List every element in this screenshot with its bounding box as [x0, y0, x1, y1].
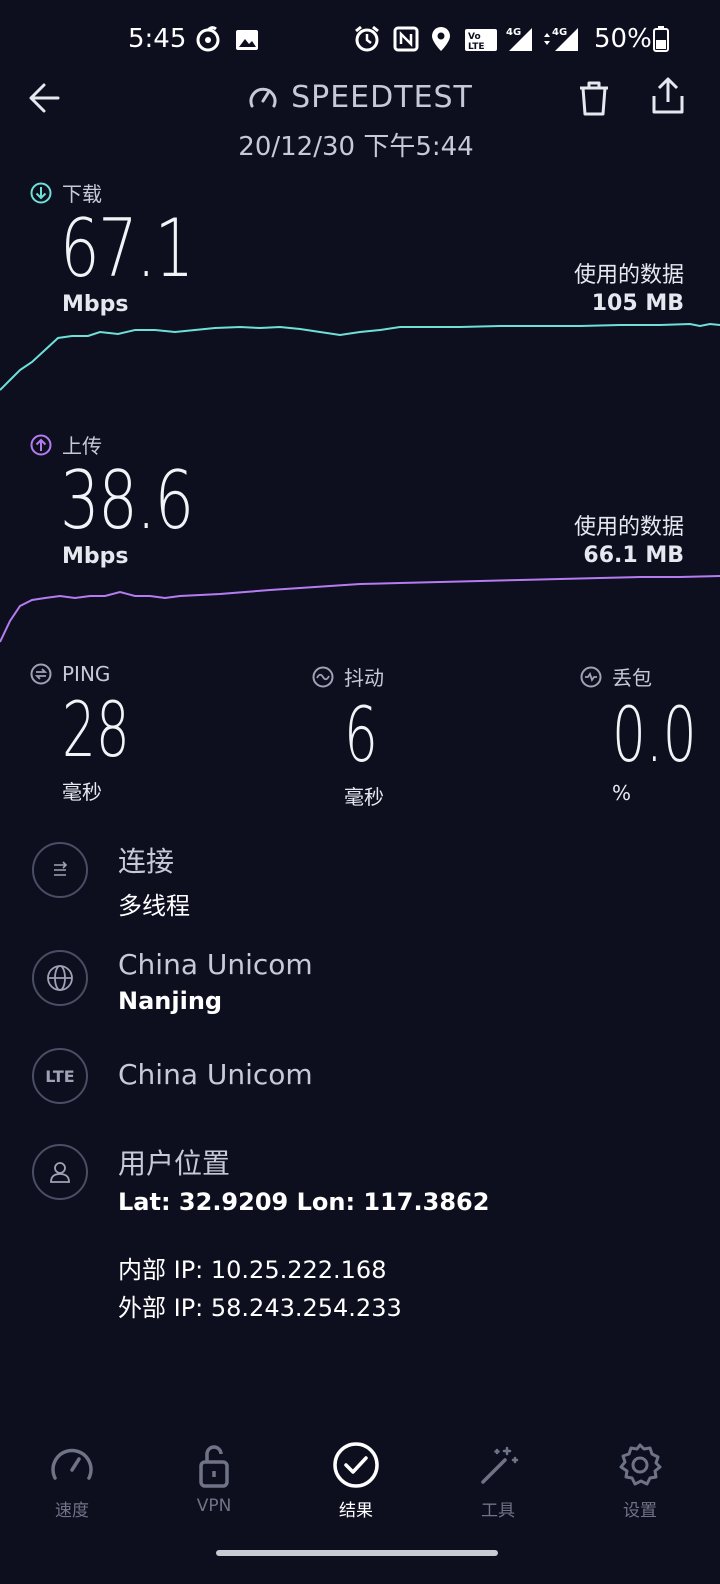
speedtest-result-screen: 5:45 Vo LTE 4G 4G 50% SPEEDTEST 20/12/30… — [0, 0, 720, 1584]
page-title: SPEEDTEST — [291, 80, 473, 115]
ping-label-row: PING — [30, 662, 159, 686]
home-indicator[interactable] — [216, 1550, 498, 1556]
jitter-label: 抖动 — [344, 666, 384, 690]
bottom-navigation: 速度 VPN 结果 工具 设置 — [0, 1440, 720, 1550]
packet-loss-unit: % — [612, 781, 632, 805]
nav-settings-label: 设置 — [623, 1501, 657, 1521]
download-speed-graph — [0, 322, 720, 391]
nav-tools-label: 工具 — [481, 1501, 515, 1521]
ping-label: PING — [62, 662, 111, 686]
ping-metric: PING 28 毫秒 — [30, 662, 159, 805]
share-icon[interactable] — [648, 76, 688, 116]
svg-text:LTE: LTE — [468, 42, 485, 52]
server-city: Nanjing — [118, 987, 223, 1015]
connection-label: 连接 — [118, 845, 175, 878]
jitter-value: 6 — [344, 690, 378, 779]
packet-loss-metric: 丢包 0.0 % — [580, 662, 720, 805]
test-timestamp: 20/12/30 下午5:44 — [238, 132, 474, 162]
battery-icon — [653, 26, 669, 52]
svg-text:4G: 4G — [552, 27, 567, 38]
signal-4g-icon: 4G — [544, 27, 578, 51]
battery-percent: 50% — [594, 24, 652, 54]
user-location-label: 用户位置 — [118, 1147, 231, 1180]
packet-loss-label-row: 丢包 — [580, 662, 720, 691]
nav-vpn[interactable]: VPN — [154, 1440, 274, 1516]
connection-info: 连接 多线程 — [118, 840, 190, 921]
jitter-icon — [312, 666, 334, 687]
nav-results-label: 结果 — [339, 1501, 373, 1521]
globe-icon — [32, 950, 88, 1006]
upload-speed-value: 38.6 — [60, 454, 194, 547]
ping-unit: 毫秒 — [62, 780, 102, 804]
server-info: China Unicom Nanjing — [118, 948, 313, 1015]
user-coordinates: Lat: 32.9209 Lon: 117.3862 — [118, 1188, 490, 1216]
magic-wand-icon — [481, 1446, 519, 1484]
server-provider: China Unicom — [118, 948, 313, 981]
nav-vpn-label: VPN — [196, 1496, 232, 1516]
jitter-unit: 毫秒 — [344, 785, 384, 809]
nav-speed[interactable]: 速度 — [12, 1440, 132, 1521]
jitter-metric: 抖动 6 毫秒 — [312, 662, 392, 810]
alarm-icon — [355, 25, 379, 52]
packet-loss-label: 丢包 — [612, 666, 652, 690]
location-icon — [432, 27, 450, 51]
nav-results[interactable]: 结果 — [296, 1440, 416, 1521]
upload-data-used-label: 使用的数据 — [573, 515, 684, 540]
volte-icon: Vo LTE — [465, 29, 497, 52]
nfc-icon — [393, 26, 419, 52]
external-ip: 外部 IP: 58.243.254.233 — [118, 1294, 402, 1322]
status-bar: 5:45 Vo LTE 4G 4G 50% — [0, 0, 720, 80]
signal-4g-icon: 4G — [506, 27, 532, 51]
trash-icon[interactable] — [574, 78, 614, 118]
jitter-label-row: 抖动 — [312, 662, 392, 691]
internal-ip: 内部 IP: 10.25.222.168 — [118, 1256, 387, 1284]
ping-value: 28 — [62, 685, 130, 774]
speedometer-icon — [51, 1448, 93, 1480]
carrier-info: China Unicom — [118, 1058, 313, 1091]
gear-icon — [619, 1443, 662, 1486]
nav-tools[interactable]: 工具 — [438, 1440, 558, 1521]
packet-loss-value: 0.0 — [612, 690, 697, 779]
unlock-icon — [199, 1445, 229, 1488]
status-time: 5:45 — [128, 24, 187, 54]
download-arrow-icon — [30, 182, 52, 203]
svg-text:Vo: Vo — [468, 32, 481, 42]
check-circle-icon — [333, 1442, 379, 1488]
upload-speed-graph — [0, 575, 720, 643]
page-title-group: SPEEDTEST — [247, 80, 473, 115]
download-data-used-label: 使用的数据 — [573, 263, 684, 288]
ping-icon — [30, 663, 52, 685]
download-speed-value: 67.1 — [60, 202, 194, 295]
connection-icon — [32, 842, 88, 898]
connection-type: 多线程 — [118, 892, 190, 920]
svg-text:4G: 4G — [506, 27, 521, 38]
speedometer-icon — [249, 87, 277, 107]
netease-music-icon — [196, 26, 220, 52]
carrier-name: China Unicom — [118, 1058, 313, 1091]
user-location-icon — [32, 1144, 88, 1200]
user-location-info: 用户位置 Lat: 32.9209 Lon: 117.3862 — [118, 1142, 489, 1216]
nav-settings[interactable]: 设置 — [580, 1440, 700, 1521]
nav-speed-label: 速度 — [55, 1501, 89, 1521]
upload-data-used: 使用的数据 66.1 MB — [574, 514, 684, 570]
image-icon — [236, 30, 258, 50]
packet-loss-icon — [580, 666, 602, 687]
lte-icon: LTE — [32, 1048, 88, 1104]
upload-arrow-icon — [30, 434, 52, 455]
